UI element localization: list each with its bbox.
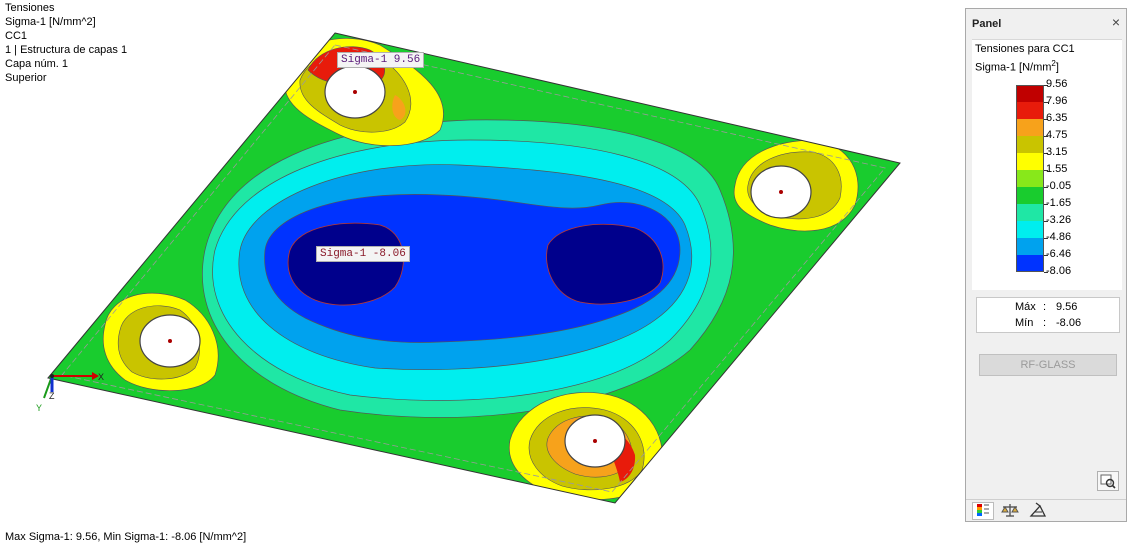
max-colon: : <box>1043 301 1047 313</box>
panel-tab-bar <box>966 499 1126 522</box>
balance-icon <box>1001 504 1019 517</box>
tab-balance[interactable] <box>1000 502 1022 520</box>
legend-swatch <box>1016 238 1044 255</box>
legend-swatch <box>1016 119 1044 136</box>
info-result-type: Tensiones <box>5 2 55 14</box>
max-min-box: Máx : 9.56 Mín : -8.06 <box>976 297 1120 333</box>
legend-swatch <box>1016 102 1044 119</box>
info-layer-number: Capa núm. 1 <box>5 58 68 70</box>
legend-swatch <box>1016 204 1044 221</box>
legend-swatch <box>1016 187 1044 204</box>
extremes-status: Max Sigma-1: 9.56, Min Sigma-1: -8.06 [N… <box>5 531 247 543</box>
legend-swatch <box>1016 221 1044 238</box>
result-info-block: Tensiones Sigma-1 [N/mm^2] CC1 1 | Estru… <box>5 1 127 85</box>
legend-swatch <box>1016 136 1044 153</box>
info-layer-structure: 1 | Estructura de capas 1 <box>5 44 128 56</box>
legend-value: -3.26 <box>1046 214 1072 226</box>
x-axis-label: X <box>98 372 105 382</box>
min-value: -8.06 <box>1056 317 1082 329</box>
info-load-case: CC1 <box>5 30 28 42</box>
panel-title: Panel <box>972 18 1002 30</box>
results-panel: Panel × Tensiones para CC1 Sigma-1 [N/mm… <box>965 8 1127 522</box>
legend-swatch <box>1016 255 1044 272</box>
min-colon: : <box>1043 317 1047 329</box>
info-component: Sigma-1 [N/mm^2] <box>5 16 96 28</box>
legend-area: Tensiones para CC1 Sigma-1 [N/mm2] 9.56 7… <box>972 39 1122 290</box>
close-icon[interactable]: × <box>1112 14 1120 30</box>
legend-value: 7.96 <box>1046 95 1068 107</box>
tab-color-scale[interactable] <box>972 502 994 520</box>
max-label: Máx <box>1015 301 1036 313</box>
min-value-tag: Sigma-1 -8.06 <box>316 246 410 262</box>
y-axis-label: Y <box>36 403 43 413</box>
legend-value: -4.86 <box>1046 231 1072 243</box>
legend-swatch <box>1016 170 1044 187</box>
legend-value: -6.46 <box>1046 248 1072 260</box>
legend-swatch <box>1016 85 1044 102</box>
zoom-legend-button[interactable] <box>1097 471 1119 491</box>
legend-value: 1.55 <box>1046 163 1068 175</box>
graphics-viewport[interactable]: Tensiones Sigma-1 [N/mm^2] CC1 1 | Estru… <box>0 0 964 552</box>
legend-value: 9.56 <box>1046 78 1068 90</box>
legend-swatch <box>1016 153 1044 170</box>
min-label: Mín <box>1015 317 1034 329</box>
legend-value: 6.35 <box>1046 112 1068 124</box>
info-surface-side: Superior <box>5 72 47 84</box>
color-scale-icon <box>977 504 989 516</box>
plate-stress-contour[interactable] <box>0 0 964 552</box>
legend-value: -8.06 <box>1046 265 1072 277</box>
legend-value: -0.05 <box>1046 180 1072 192</box>
max-value-tag: Sigma-1 9.56 <box>337 52 425 68</box>
panel-unit: Sigma-1 [N/mm2] <box>975 59 1059 74</box>
max-value: 9.56 <box>1056 301 1078 313</box>
magnifier-icon <box>1100 474 1116 489</box>
result-filter-icon <box>1029 502 1047 517</box>
legend-value: 4.75 <box>1046 129 1068 141</box>
z-axis-label: Z <box>49 391 55 401</box>
tab-result-filter[interactable] <box>1028 502 1050 520</box>
rf-glass-button[interactable]: RF-GLASS <box>979 354 1117 376</box>
legend-value: 3.15 <box>1046 146 1068 158</box>
panel-heading: Tensiones para CC1 <box>975 43 1075 55</box>
legend-value: -1.65 <box>1046 197 1072 209</box>
